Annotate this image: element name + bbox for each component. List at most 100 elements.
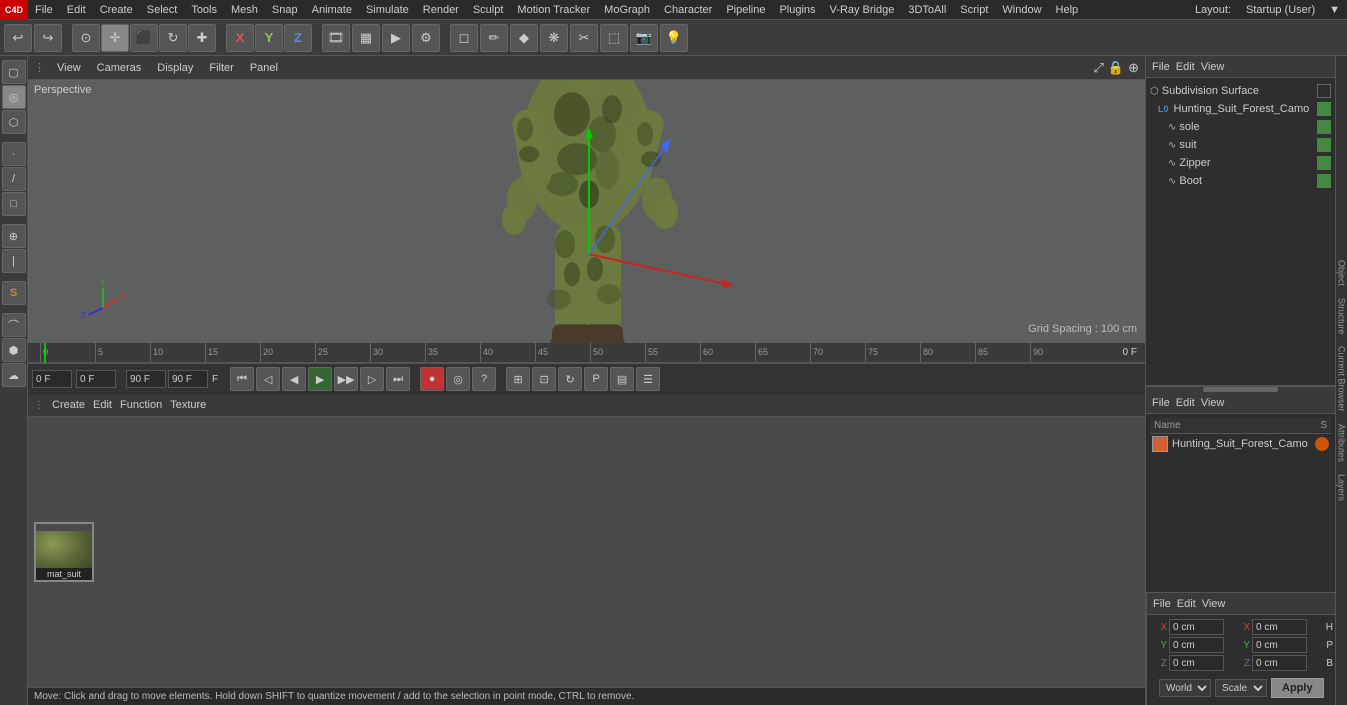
boot-vis[interactable] — [1317, 174, 1331, 188]
obj-view-menu[interactable]: View — [1201, 61, 1225, 73]
keyframe-btn[interactable]: ⊞ — [506, 367, 530, 391]
menu-simulate[interactable]: Simulate — [359, 0, 416, 19]
y-size-input[interactable] — [1252, 637, 1307, 653]
morph-btn[interactable]: ▤ — [610, 367, 634, 391]
layout-selector[interactable]: Startup (User) — [1239, 0, 1322, 19]
mat-list-edit-menu[interactable]: Edit — [1176, 397, 1195, 409]
menu-vray-bridge[interactable]: V-Ray Bridge — [823, 0, 902, 19]
lt-measure[interactable]: | — [2, 249, 26, 273]
obj-file-menu[interactable]: File — [1152, 61, 1170, 73]
layout-dropdown-btn[interactable]: ▼ — [1322, 0, 1347, 19]
apply-button[interactable]: Apply — [1271, 678, 1324, 698]
vp-filter-tab[interactable]: Filter — [205, 62, 237, 74]
prev-frame-btn[interactable]: ◀ — [282, 367, 306, 391]
menu-mograph[interactable]: MoGraph — [597, 0, 657, 19]
suit-mesh-vis[interactable] — [1317, 138, 1331, 152]
x-size-input[interactable] — [1252, 619, 1307, 635]
z-pos-input[interactable] — [1169, 655, 1224, 671]
select-tool[interactable]: ⊙ — [72, 24, 100, 52]
end-frame-a-field[interactable] — [126, 370, 166, 388]
mat-hunting-suit-row[interactable]: Hunting_Suit_Forest_Camo — [1150, 434, 1331, 454]
undo-btn[interactable]: ↩ — [4, 24, 32, 52]
menu-sculpt[interactable]: Sculpt — [466, 0, 511, 19]
menu-help[interactable]: Help — [1049, 0, 1086, 19]
lt-model[interactable]: ◎ — [2, 85, 26, 109]
auto-key-btn[interactable]: ◎ — [446, 367, 470, 391]
tab-structure[interactable]: Structure — [1335, 292, 1347, 341]
menu-mesh[interactable]: Mesh — [224, 0, 265, 19]
subdivide-btn[interactable]: ❋ — [540, 24, 568, 52]
rotate-tool[interactable]: ↻ — [159, 24, 187, 52]
next-frame-btn[interactable]: ▶▶ — [334, 367, 358, 391]
obj-zipper[interactable]: ∿ Zipper — [1146, 154, 1335, 172]
menu-plugins[interactable]: Plugins — [772, 0, 822, 19]
end-frame-b-field[interactable] — [168, 370, 208, 388]
go-end-btn[interactable]: ⏭ — [386, 367, 410, 391]
z-axis-btn[interactable]: Z — [284, 24, 312, 52]
mat-active-indicator[interactable] — [1315, 437, 1329, 451]
lt-snap[interactable]: ⊕ — [2, 224, 26, 248]
paint-btn[interactable]: ✏ — [480, 24, 508, 52]
render-settings-btn[interactable]: ⚙ — [412, 24, 440, 52]
menu-tools[interactable]: Tools — [184, 0, 224, 19]
obj-boot[interactable]: ∿ Boot — [1146, 172, 1335, 190]
menu-pipeline[interactable]: Pipeline — [719, 0, 772, 19]
render-region-btn[interactable]: ▦ — [352, 24, 380, 52]
lt-texture[interactable]: ⬡ — [2, 110, 26, 134]
menu-animate[interactable]: Animate — [305, 0, 359, 19]
motion-btn[interactable]: ↻ — [558, 367, 582, 391]
vp-lock-icon[interactable]: 🔒 — [1108, 60, 1124, 76]
obj-hunting-suit[interactable]: L0 Hunting_Suit_Forest_Camo — [1146, 100, 1335, 118]
z-size-input[interactable] — [1252, 655, 1307, 671]
menu-3dtoall[interactable]: 3DToAll — [901, 0, 953, 19]
camera-btn[interactable]: 📷 — [630, 24, 658, 52]
menu-create[interactable]: Create — [93, 0, 140, 19]
lt-points[interactable]: · — [2, 142, 26, 166]
record-btn[interactable]: ● — [420, 367, 444, 391]
world-dropdown[interactable]: World — [1159, 679, 1211, 697]
render-btn[interactable]: ▶ — [382, 24, 410, 52]
tab-current-browser[interactable]: Current Browser — [1335, 340, 1347, 418]
menu-character[interactable]: Character — [657, 0, 719, 19]
current-frame-field[interactable] — [32, 370, 72, 388]
lt-mesh[interactable]: ⬢ — [2, 338, 26, 362]
menu-edit[interactable]: Edit — [60, 0, 93, 19]
param-btn[interactable]: P — [584, 367, 608, 391]
obj-suit[interactable]: ∿ suit — [1146, 136, 1335, 154]
vp-expand-icon[interactable]: ⤢ — [1094, 60, 1104, 76]
x-axis-btn[interactable]: X — [226, 24, 254, 52]
vp-panel-tab[interactable]: Panel — [246, 62, 282, 74]
coord-file-menu[interactable]: File — [1153, 598, 1171, 610]
dope-btn[interactable]: ☰ — [636, 367, 660, 391]
coord-view-menu[interactable]: View — [1202, 598, 1226, 610]
obj-sole[interactable]: ∿ sole — [1146, 118, 1335, 136]
lt-poly[interactable]: □ — [2, 192, 26, 216]
obj-edit-menu[interactable]: Edit — [1176, 61, 1195, 73]
move-tool[interactable]: ✛ — [101, 24, 129, 52]
x-pos-input[interactable] — [1169, 619, 1224, 635]
obj-subdiv-surface[interactable]: ⬡ Subdivision Surface — [1146, 82, 1335, 100]
redo-btn[interactable]: ↪ — [34, 24, 62, 52]
suit-vis-check[interactable] — [1317, 102, 1331, 116]
plane-btn[interactable]: ⬚ — [600, 24, 628, 52]
timeline-btn[interactable]: ⊡ — [532, 367, 556, 391]
vp-settings-icon[interactable]: ⊕ — [1128, 60, 1139, 76]
material-swatch[interactable]: mat_suit — [34, 522, 94, 582]
poly-btn[interactable]: ◆ — [510, 24, 538, 52]
mat-list-view-menu[interactable]: View — [1201, 397, 1225, 409]
play-btn[interactable]: ▶ — [308, 367, 332, 391]
scrollbar-thumb[interactable] — [1203, 387, 1279, 392]
menu-script[interactable]: Script — [953, 0, 995, 19]
lt-select[interactable]: ▢ — [2, 60, 26, 84]
mat-create-menu[interactable]: Create — [52, 399, 85, 411]
coord-edit-menu[interactable]: Edit — [1177, 598, 1196, 610]
menu-motion-tracker[interactable]: Motion Tracker — [510, 0, 597, 19]
tab-object[interactable]: Object — [1335, 254, 1347, 292]
knife-btn[interactable]: ✂ — [570, 24, 598, 52]
mat-texture-menu[interactable]: Texture — [170, 399, 206, 411]
tab-layers[interactable]: Layers — [1335, 468, 1347, 507]
y-pos-input[interactable] — [1169, 637, 1224, 653]
start-frame-field[interactable] — [76, 370, 116, 388]
mat-edit-menu[interactable]: Edit — [93, 399, 112, 411]
mat-list-file-menu[interactable]: File — [1152, 397, 1170, 409]
